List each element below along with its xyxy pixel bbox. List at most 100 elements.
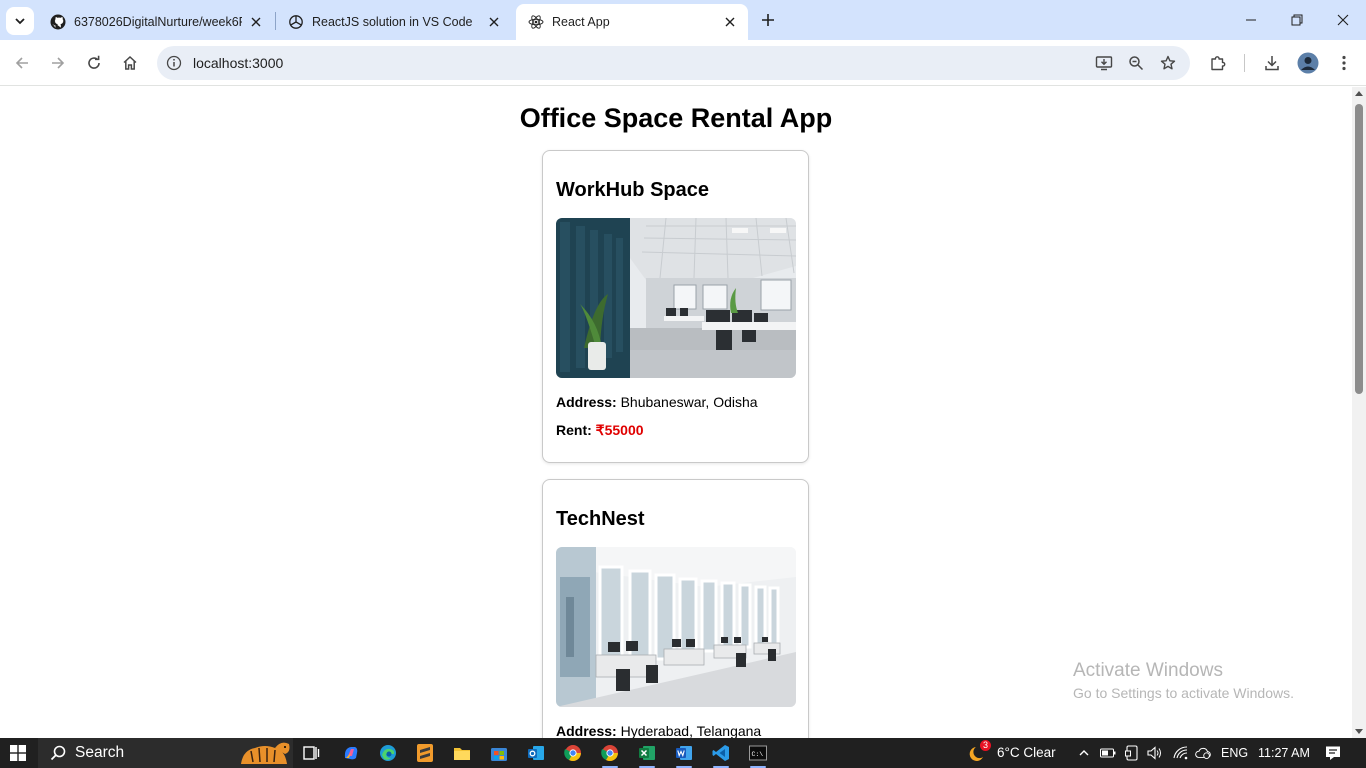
tab-github[interactable]: 6378026DigitalNurture/week6R: [38, 4, 274, 40]
menu-button[interactable]: [1330, 49, 1358, 77]
avatar: [1297, 52, 1319, 74]
taskbar-search-box[interactable]: Search: [38, 738, 293, 768]
folder-icon: [454, 748, 470, 760]
terminal-app[interactable]: C:\: [747, 742, 769, 768]
chevron-down-icon: [15, 18, 25, 25]
language-indicator[interactable]: ENG: [1221, 746, 1248, 760]
page-title: Office Space Rental App: [519, 103, 833, 133]
weather-icon[interactable]: 3: [968, 740, 991, 764]
outlook-app[interactable]: [525, 742, 547, 764]
downloads-button[interactable]: [1258, 49, 1286, 77]
address-label: Address:: [556, 394, 617, 410]
restore-icon: [1291, 14, 1303, 26]
rent-value: ₹55000: [595, 422, 644, 438]
file-explorer-app[interactable]: [451, 742, 473, 764]
chrome-icon: [601, 745, 618, 762]
sublime-text-app[interactable]: [414, 742, 436, 764]
back-button[interactable]: [8, 49, 36, 77]
task-view-button[interactable]: [300, 742, 322, 764]
rent-label: Rent:: [556, 422, 592, 438]
notification-center-icon[interactable]: [1325, 745, 1341, 761]
search-label: Search: [75, 744, 125, 761]
page-scrollbar[interactable]: [1352, 87, 1366, 738]
office-card: WorkHub Space Address: Bhubaneswar, Odis…: [542, 150, 809, 463]
office-name: TechNest: [556, 508, 645, 530]
edge-app[interactable]: [377, 742, 399, 764]
office-card: TechNest Address: Hyderabad, Telangana: [542, 479, 809, 738]
tab-react-app[interactable]: React App: [516, 4, 748, 40]
puzzle-icon: [1211, 56, 1226, 71]
scrollbar-thumb[interactable]: [1355, 104, 1363, 394]
vscode-icon: [712, 745, 729, 761]
scroll-down-icon[interactable]: [1355, 729, 1363, 734]
reload-button[interactable]: [80, 49, 108, 77]
tab-vscode-solution[interactable]: ReactJS solution in VS Code: [276, 4, 512, 40]
microsoft-store-app[interactable]: [488, 742, 510, 764]
search-icon: [50, 745, 66, 761]
extensions-button[interactable]: [1204, 49, 1232, 77]
volume-icon[interactable]: [1146, 745, 1162, 761]
arrow-right-icon: [52, 57, 65, 69]
word-icon: [676, 746, 692, 760]
edge-icon: [380, 745, 396, 761]
download-icon: [1265, 56, 1279, 71]
wifi-icon[interactable]: [1173, 745, 1189, 761]
address-bar[interactable]: localhost:3000: [157, 46, 1190, 80]
forward-button[interactable]: [44, 49, 72, 77]
close-icon[interactable]: [722, 14, 738, 30]
close-window-button[interactable]: [1320, 0, 1366, 40]
show-hidden-icons-icon[interactable]: [1076, 745, 1092, 761]
tiger-illustration-icon: [241, 742, 290, 764]
react-icon: [528, 14, 544, 30]
profile-button[interactable]: [1294, 49, 1322, 77]
tab-search-button[interactable]: [6, 7, 34, 35]
home-button[interactable]: [116, 49, 144, 77]
office-rent: Rent: ₹55000: [556, 422, 644, 439]
chrome-app[interactable]: [562, 742, 584, 764]
copilot-icon: [344, 747, 358, 760]
tab-strip: 6378026DigitalNurture/week6R ReactJS sol…: [0, 0, 1366, 40]
restore-button[interactable]: [1274, 0, 1320, 40]
clock[interactable]: 11:27 AM: [1258, 746, 1310, 760]
windows-start-button[interactable]: [10, 745, 26, 761]
bookmark-star-icon[interactable]: [1158, 53, 1178, 73]
sublime-icon: [417, 744, 433, 762]
weather-badge: 3: [979, 740, 991, 751]
new-tab-button[interactable]: [756, 8, 780, 32]
cloud-sync-icon[interactable]: [1195, 745, 1211, 761]
vscode-app[interactable]: [710, 742, 732, 768]
office-image: [556, 218, 796, 378]
store-icon: [491, 748, 507, 761]
scroll-up-icon[interactable]: [1355, 91, 1363, 96]
battery-icon[interactable]: [1100, 745, 1116, 761]
minimize-button[interactable]: [1228, 0, 1274, 40]
outlook-icon: [528, 746, 544, 760]
excel-app[interactable]: [636, 742, 658, 768]
svg-text:C:\: C:\: [752, 751, 764, 758]
windows-logo-icon: [10, 745, 26, 761]
close-icon[interactable]: [486, 14, 502, 30]
chrome-active-app[interactable]: [599, 742, 621, 768]
home-icon: [123, 55, 137, 70]
word-app[interactable]: [673, 742, 695, 768]
address-value: Bhubaneswar, Odisha: [620, 394, 758, 410]
address-label: Address:: [556, 723, 617, 738]
phone-link-icon[interactable]: [1124, 745, 1140, 761]
install-app-icon[interactable]: [1094, 53, 1114, 73]
browser-toolbar: localhost:3000: [0, 40, 1366, 86]
weather-text[interactable]: 6°C Clear: [997, 745, 1056, 760]
tab-title: React App: [552, 15, 610, 29]
url-text[interactable]: localhost:3000: [193, 55, 283, 71]
page-viewport: Office Space Rental App WorkHub Space Ad…: [0, 87, 1352, 738]
github-icon: [50, 14, 66, 30]
close-icon[interactable]: [248, 14, 264, 30]
kebab-menu-icon: [1342, 55, 1346, 71]
copilot-app[interactable]: [340, 742, 362, 764]
tab-title: ReactJS solution in VS Code: [312, 15, 473, 29]
site-info-icon[interactable]: [165, 54, 183, 72]
watermark-title: Activate Windows: [1073, 660, 1223, 681]
zoom-icon[interactable]: [1126, 53, 1146, 73]
terminal-icon: C:\: [749, 745, 767, 761]
arrow-left-icon: [15, 57, 28, 69]
task-view-icon: [303, 746, 320, 760]
